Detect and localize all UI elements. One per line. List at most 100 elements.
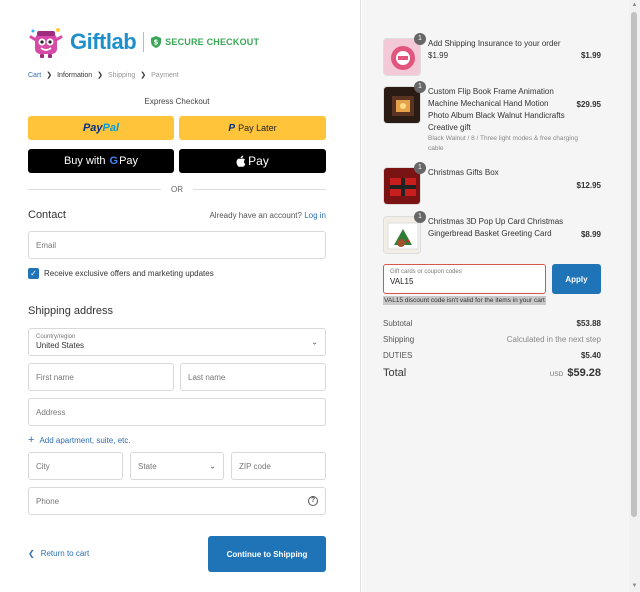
item-sub-price: $1.99 xyxy=(428,51,449,60)
brand-name: Giftlab xyxy=(70,29,137,54)
login-link[interactable]: Log in xyxy=(304,211,326,220)
page-scrollbar[interactable]: ▲ ▼ xyxy=(629,0,640,592)
item-price: $8.99 xyxy=(580,230,601,239)
subtotal-label: Subtotal xyxy=(383,319,413,328)
order-item: 1 Custom Flip Book Frame Animation Machi… xyxy=(383,81,601,156)
checkbox-checked-icon[interactable]: ✓ xyxy=(28,268,39,279)
chevron-right-icon: ❯ xyxy=(46,72,53,79)
order-item: 1 Add Shipping Insurance to your order $… xyxy=(383,33,601,76)
breadcrumb-information: Information xyxy=(57,71,93,79)
paypal-label-b: Pal xyxy=(102,122,120,134)
city-field[interactable]: City xyxy=(28,452,123,480)
add-apartment-label: Add apartment, suite, etc. xyxy=(39,435,131,445)
country-label: Country/region xyxy=(36,334,76,340)
chevron-right-icon: ❯ xyxy=(97,72,104,79)
quantity-badge: 1 xyxy=(414,162,426,174)
continue-to-shipping-button[interactable]: Continue to Shipping xyxy=(208,536,326,572)
return-to-cart-label: Return to cart xyxy=(40,549,90,558)
shipping-value: Calculated in the next step xyxy=(506,335,601,344)
secure-checkout-badge: $ SECURE CHECKOUT xyxy=(151,36,259,48)
total-row: Total USD $59.28 xyxy=(383,367,601,379)
scrollbar-thumb[interactable] xyxy=(631,12,637,517)
country-select[interactable]: Country/region United States ⌄ xyxy=(28,328,326,356)
paypal-p-icon: P xyxy=(228,122,236,134)
divider-line xyxy=(193,188,326,190)
scroll-up-arrow-icon[interactable]: ▲ xyxy=(631,2,638,9)
or-label: OR xyxy=(171,184,183,194)
paypal-button[interactable]: PayPal xyxy=(28,116,174,140)
breadcrumb-shipping: Shipping xyxy=(108,71,136,79)
paypal-label-a: Pay xyxy=(82,122,103,134)
marketing-optin-label: Receive exclusive offers and marketing u… xyxy=(44,269,214,278)
checkout-form-panel: Giftlab $ SECURE CHECKOUT Cart ❯ Informa… xyxy=(0,0,361,592)
email-field[interactable]: Email xyxy=(28,231,326,259)
gpay-content: Buy with G Pay xyxy=(64,155,138,167)
breadcrumb-payment: Payment xyxy=(151,71,179,79)
quantity-badge: 1 xyxy=(414,81,426,93)
logo-divider xyxy=(143,32,145,52)
chevron-right-icon: ❯ xyxy=(140,72,147,79)
apple-pay-button[interactable]: Pay xyxy=(179,149,326,173)
last-name-field[interactable]: Last name xyxy=(180,363,326,391)
google-pay-button[interactable]: Buy with G Pay xyxy=(28,149,174,173)
marketing-optin[interactable]: ✓ Receive exclusive offers and marketing… xyxy=(28,268,214,279)
subtotal-row: Subtotal $53.88 xyxy=(383,319,601,328)
item-title: Christmas Gifts Box xyxy=(428,168,499,177)
divider-line xyxy=(28,188,161,190)
item-title: Custom Flip Book Frame Animation Machine… xyxy=(428,87,565,132)
subtotal-value: $53.88 xyxy=(576,319,601,328)
state-placeholder: State xyxy=(138,461,157,471)
email-placeholder: Email xyxy=(36,240,57,250)
applepay-label: Pay xyxy=(248,154,269,168)
item-name: Add Shipping Insurance to your order $1.… xyxy=(428,38,568,62)
plus-icon: + xyxy=(28,434,35,446)
brand-logo[interactable]: Giftlab $ SECURE CHECKOUT xyxy=(28,25,259,59)
last-name-placeholder: Last name xyxy=(188,372,226,382)
return-to-cart-link[interactable]: ❮ Return to cart xyxy=(28,549,89,558)
zip-code-field[interactable]: ZIP code xyxy=(231,452,326,480)
christmas-gift-box-image xyxy=(384,168,420,204)
shipping-label: Shipping xyxy=(383,335,415,344)
account-prompt-text: Already have an account? xyxy=(209,211,302,220)
apple-icon xyxy=(236,155,246,167)
google-g-icon: G xyxy=(109,155,119,167)
scroll-down-arrow-icon[interactable]: ▼ xyxy=(631,583,638,590)
apply-coupon-button[interactable]: Apply xyxy=(552,264,601,294)
duties-row: DUTIES $5.40 xyxy=(383,351,601,360)
total-value: $59.28 xyxy=(567,367,601,379)
item-price: $12.95 xyxy=(576,181,601,190)
coupon-code-field[interactable]: Gift cards or coupon codes VAL15 xyxy=(383,264,546,294)
shield-dollar-icon: $ xyxy=(151,36,162,48)
item-price: $1.99 xyxy=(580,51,601,60)
first-name-field[interactable]: First name xyxy=(28,363,174,391)
breadcrumb-cart[interactable]: Cart xyxy=(28,72,41,79)
country-value: United States xyxy=(36,341,85,350)
chevron-down-icon: ⌄ xyxy=(311,337,318,347)
add-apartment-link[interactable]: + Add apartment, suite, etc. xyxy=(28,434,131,446)
svg-text:$: $ xyxy=(154,39,159,47)
total-label: Total xyxy=(383,367,407,379)
item-price: $29.95 xyxy=(576,100,601,109)
state-select[interactable]: State ⌄ xyxy=(130,452,224,480)
phone-placeholder: Phone xyxy=(36,496,60,506)
shipping-row: Shipping Calculated in the next step xyxy=(383,335,601,344)
paypal-logo: PayPal xyxy=(83,122,119,134)
item-variant: Black Walnut / 8 / Three light modes & f… xyxy=(428,135,578,152)
gpay-label: Buy with xyxy=(63,155,106,167)
shipping-address-heading: Shipping address xyxy=(28,305,114,317)
quantity-badge: 1 xyxy=(414,33,426,45)
express-checkout-title: Express Checkout xyxy=(144,97,210,106)
paylater-content: P Pay Later xyxy=(228,123,276,134)
first-name-placeholder: First name xyxy=(36,372,74,382)
phone-field[interactable]: Phone ? xyxy=(28,487,326,515)
applepay-content: Pay xyxy=(236,154,269,168)
breadcrumb: Cart ❯ Information ❯ Shipping ❯ Payment xyxy=(28,71,184,80)
paypal-pay-later-button[interactable]: P Pay Later xyxy=(179,116,326,140)
total-currency: USD xyxy=(549,371,564,378)
help-circle-icon[interactable]: ? xyxy=(308,496,318,506)
address-field[interactable]: Address xyxy=(28,398,326,426)
secure-checkout-label: SECURE CHECKOUT xyxy=(165,37,260,47)
order-item: 1 Christmas 3D Pop Up Card Christmas Gin… xyxy=(383,211,601,254)
city-placeholder: City xyxy=(36,461,50,471)
coupon-label: Gift cards or coupon codes xyxy=(390,269,462,275)
